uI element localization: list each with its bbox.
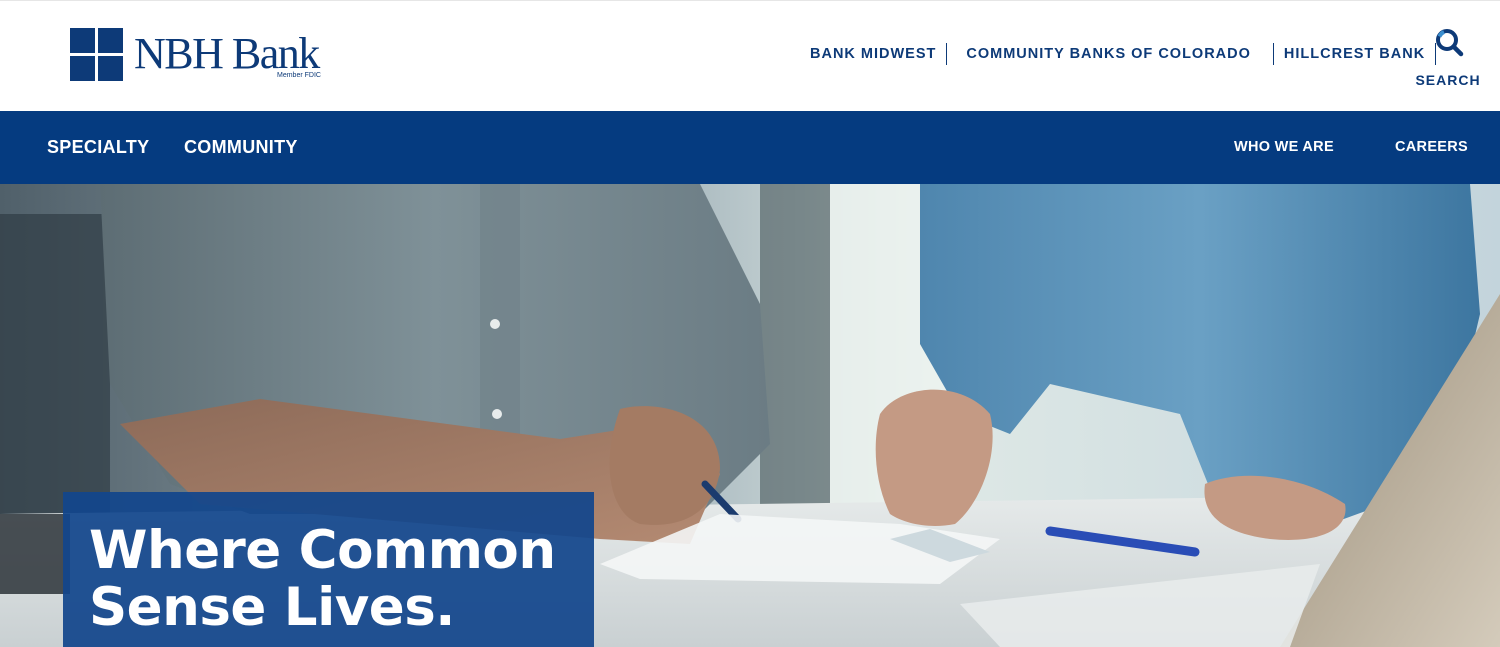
hero-caption-box: Where Common Sense Lives. [63,492,594,647]
nav-item-specialty[interactable]: SPECIALTY [47,111,149,184]
member-fdic-label: Member FDIC [277,72,321,79]
hero-headline: Where Common Sense Lives. [89,522,589,636]
affiliate-banks-nav: BANK MIDWEST COMMUNITY BANKS OF COLORADO… [800,43,1437,65]
search-label: SEARCH [1415,72,1481,88]
affiliate-link-bank-midwest[interactable]: BANK MIDWEST [800,43,946,65]
search-icon [1436,29,1464,57]
search-button[interactable]: SEARCH [1412,27,1484,93]
nbh-bank-logo[interactable]: NBH Bank Member FDIC [70,28,340,84]
affiliate-link-hillcrest-bank[interactable]: HILLCREST BANK [1274,43,1435,65]
logo-wordmark: NBH Bank [134,29,320,78]
main-nav: SPECIALTY COMMUNITY WHO WE ARE CAREERS [0,111,1500,184]
hero-banner: Where Common Sense Lives. [0,184,1500,647]
nav-item-who-we-are[interactable]: WHO WE ARE [1234,111,1334,184]
affiliate-link-community-banks-of-colorado[interactable]: COMMUNITY BANKS OF COLORADO [947,43,1261,65]
nav-item-community[interactable]: COMMUNITY [184,111,298,184]
nav-item-careers[interactable]: CAREERS [1395,111,1468,184]
logo-mark-icon [70,28,123,81]
hero-headline-line1: Where Common [89,520,556,581]
top-header: NBH Bank Member FDIC BANK MIDWEST COMMUN… [0,0,1500,111]
hero-headline-line2: Sense Lives. [89,577,455,638]
